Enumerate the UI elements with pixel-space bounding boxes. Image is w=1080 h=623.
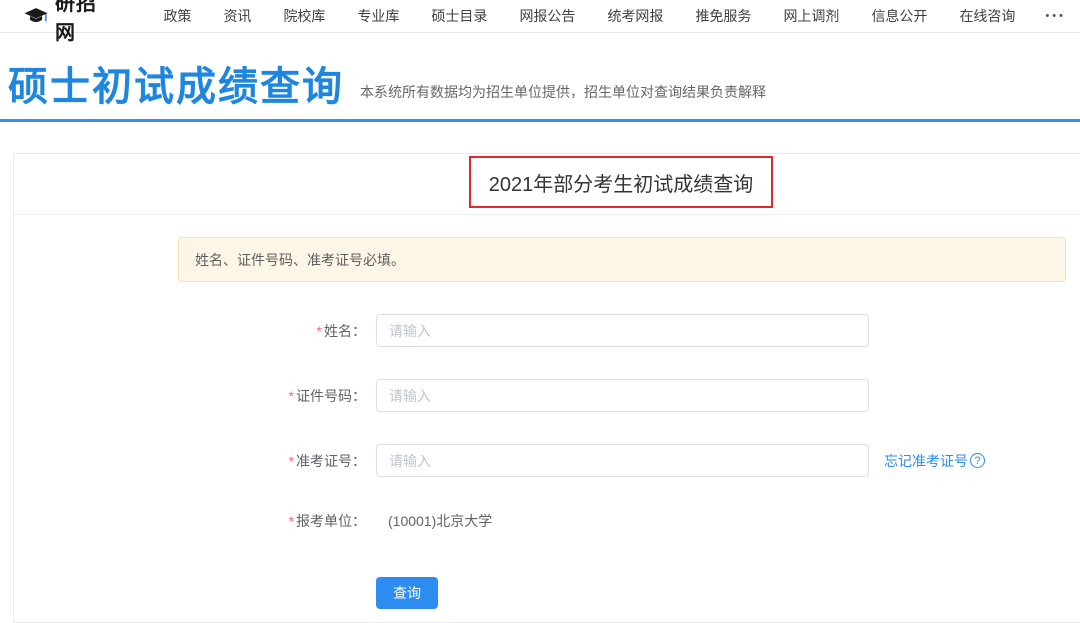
graduation-cap-icon: [24, 7, 49, 26]
form-row-name: *姓名：: [14, 314, 869, 347]
nav-item-college-library[interactable]: 院校库: [267, 6, 341, 26]
nav-item-online-consult[interactable]: 在线咨询: [943, 6, 1031, 26]
required-fields-alert: 姓名、证件号码、准考证号必填。: [178, 237, 1066, 282]
page-header: 硕士初试成绩查询 本系统所有数据均为招生单位提供，招生单位对查询结果负责解释: [0, 33, 1080, 119]
forgot-ticket-link[interactable]: 忘记准考证号?: [884, 451, 985, 471]
form-row-submit: 查询: [14, 576, 438, 609]
site-logo-text: 研招网: [55, 0, 113, 45]
target-university-value: (10001)北京大学: [376, 511, 492, 531]
nav-item-policy[interactable]: 政策: [147, 6, 207, 26]
page-title: 硕士初试成绩查询: [8, 67, 344, 107]
id-number-input[interactable]: [376, 379, 869, 412]
name-input[interactable]: [376, 314, 869, 347]
nav-item-online-adjustment[interactable]: 网上调剂: [767, 6, 855, 26]
nav-more-icon[interactable]: •••: [1031, 10, 1080, 22]
required-asterisk: *: [289, 453, 294, 469]
top-navigation-bar: 研招网 政策 资讯 院校库 专业库 硕士目录 网报公告 统考网报 推免服务 网上…: [0, 0, 1080, 33]
nav-item-master-catalog[interactable]: 硕士目录: [415, 6, 503, 26]
card-title-divider: [14, 214, 1080, 215]
blue-divider-rule: [0, 119, 1080, 122]
name-label: *姓名：: [14, 321, 366, 341]
required-asterisk: *: [317, 323, 322, 339]
nav-item-info-disclosure[interactable]: 信息公开: [855, 6, 943, 26]
card-title: 2021年部分考生初试成绩查询: [489, 168, 754, 197]
required-asterisk: *: [289, 513, 294, 529]
card-title-highlight-box: 2021年部分考生初试成绩查询: [469, 156, 773, 208]
nav-menu: 政策 资讯 院校库 专业库 硕士目录 网报公告 统考网报 推免服务 网上调剂 信…: [147, 6, 1080, 26]
nav-item-news[interactable]: 资讯: [207, 6, 267, 26]
page-subtitle: 本系统所有数据均为招生单位提供，招生单位对查询结果负责解释: [360, 82, 766, 107]
nav-item-unified-exam-report[interactable]: 统考网报: [591, 6, 679, 26]
score-query-card: 2021年部分考生初试成绩查询 姓名、证件号码、准考证号必填。 *姓名： *证件…: [13, 153, 1080, 623]
admission-ticket-input[interactable]: [376, 444, 869, 477]
site-logo[interactable]: 研招网: [24, 0, 113, 45]
help-question-icon[interactable]: ?: [970, 453, 985, 468]
query-submit-button[interactable]: 查询: [376, 577, 438, 609]
form-row-target-university: *报考单位： (10001)北京大学: [14, 504, 492, 537]
target-university-label: *报考单位：: [14, 511, 366, 531]
nav-item-online-report-notice[interactable]: 网报公告: [503, 6, 591, 26]
admission-ticket-label: *准考证号：: [14, 451, 366, 471]
required-asterisk: *: [289, 388, 294, 404]
nav-item-exemption-service[interactable]: 推免服务: [679, 6, 767, 26]
form-row-id-number: *证件号码：: [14, 379, 869, 412]
form-row-admission-ticket: *准考证号： 忘记准考证号?: [14, 444, 985, 477]
nav-item-major-library[interactable]: 专业库: [341, 6, 415, 26]
id-number-label: *证件号码：: [14, 386, 366, 406]
